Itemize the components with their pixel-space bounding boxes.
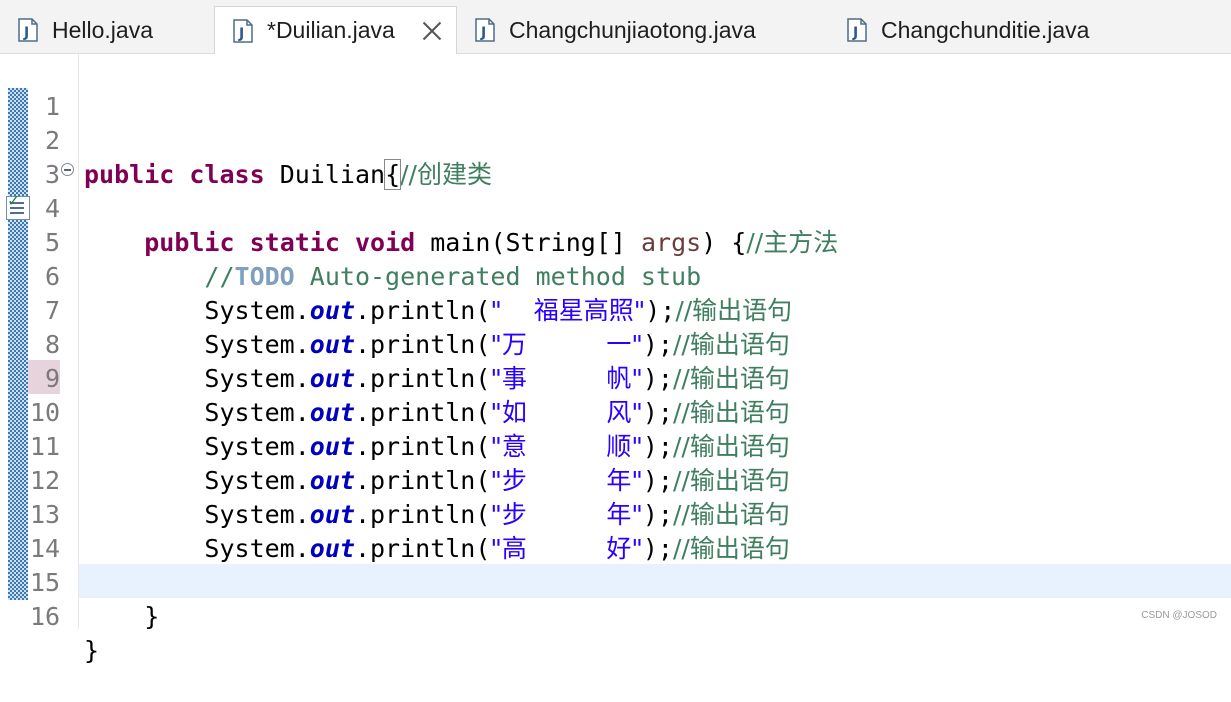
tab-changchunditie-java[interactable]: J Changchunditie.java [829,6,1149,54]
tab-label: Changchunjiaotong.java [509,16,756,43]
tab-label: *Duilian.java [267,17,395,43]
tab-duilian-java[interactable]: J *Duilian.java [214,6,457,54]
code-line[interactable]: 13 System.out.println("高 好");//输出语句 [0,464,1231,563]
code-line[interactable]: 10 System.out.println("意 顺");//输出语句 [0,362,1231,461]
code-line[interactable]: 6 System.out.println(" 福星高照");//输出语句 [0,226,1231,325]
code-line[interactable]: 5 //TODO Auto-generated method stub [0,192,1231,291]
tab-changchunjiaotong-java[interactable]: J Changchunjiaotong.java [457,6,829,54]
svg-text:J: J [852,25,858,41]
code-line[interactable]: 14 [0,498,1231,563]
code-line[interactable]: 9 System.out.println("如 风");//输出语句 [0,328,1231,427]
code-line[interactable]: 15 } [0,532,1231,631]
svg-text:J: J [480,25,486,41]
code-line[interactable]: 11 System.out.println("步 年");//输出语句 [0,396,1231,495]
tab-label: Hello.java [52,16,153,43]
java-file-icon: J [847,18,867,42]
code-line[interactable]: 12 System.out.println("步 年");//输出语句 [0,430,1231,529]
svg-text:J: J [238,26,244,42]
code-editor[interactable]: 1 2 public class Duilian{//创建类 3 4 publi… [0,54,1231,665]
code-line[interactable]: 4 public static void main(String[] args)… [0,158,1231,257]
code-line[interactable]: 3 [0,124,1231,189]
java-file-icon: J [475,18,495,42]
java-file-icon: J [18,18,38,42]
close-icon[interactable] [422,20,442,40]
code-line[interactable]: 8 System.out.println("事 帆");//输出语句 [0,294,1231,393]
watermark: CSDN @JOSOD [1141,610,1217,621]
svg-text:J: J [23,25,29,41]
code-line[interactable]: 16 } [0,566,1231,665]
code-line[interactable]: 7 System.out.println("万 一");//输出语句 [0,260,1231,359]
tab-hello-java[interactable]: J Hello.java [0,6,214,54]
code-line[interactable]: 2 public class Duilian{//创建类 [0,90,1231,190]
code-line[interactable]: 1 [0,56,1231,121]
code-text: } [84,636,100,665]
tab-label: Changchunditie.java [881,16,1090,43]
editor-tab-bar: J Hello.java J *Duilian.java J Changchun… [0,0,1231,54]
java-file-icon: J [233,18,253,43]
